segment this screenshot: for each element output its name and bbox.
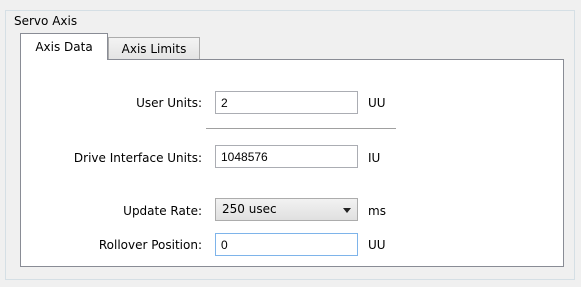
groupbox-title: Servo Axis	[12, 14, 80, 28]
rollover-position-label: Rollover Position:	[98, 238, 202, 252]
user-units-unit: UU	[368, 96, 386, 110]
drive-interface-units-unit: IU	[368, 151, 381, 165]
update-rate-unit: ms	[368, 204, 386, 218]
drive-interface-units-input[interactable]	[215, 145, 358, 168]
drive-interface-units-label: Drive Interface Units:	[73, 151, 202, 165]
tab-axis-data[interactable]: Axis Data	[20, 33, 108, 60]
user-units-input[interactable]	[215, 91, 358, 114]
update-rate-value: 250 usec	[222, 202, 277, 216]
divider	[206, 128, 396, 129]
rollover-position-input[interactable]	[215, 233, 358, 256]
rollover-position-unit: UU	[368, 238, 386, 252]
tab-axis-limits[interactable]: Axis Limits	[108, 37, 200, 60]
update-rate-select[interactable]: 250 usec	[215, 198, 358, 221]
user-units-label: User Units:	[136, 96, 202, 110]
update-rate-label: Update Rate:	[123, 204, 202, 218]
chevron-down-icon	[343, 208, 351, 213]
